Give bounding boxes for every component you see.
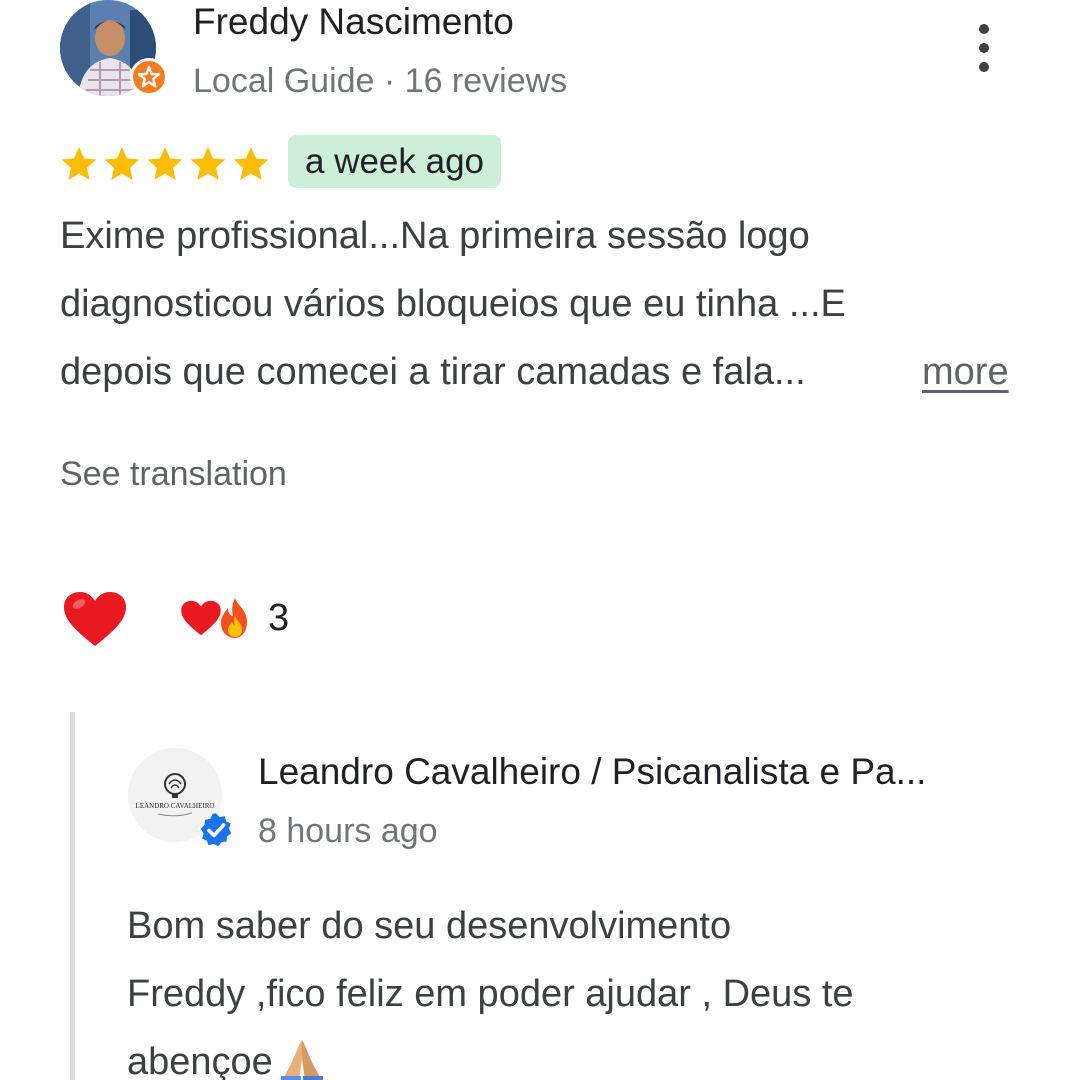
review-text-line: Exime profissional...Na primeira sessão … xyxy=(60,215,810,257)
star-rating xyxy=(58,144,272,184)
star-icon xyxy=(61,147,97,180)
reply-text-line-last: abençoe xyxy=(127,1028,1027,1080)
verified-check-icon xyxy=(196,810,236,850)
review-card: Freddy Nascimento Local Guide · 16 revie… xyxy=(0,0,1080,1080)
reviewer-meta: Local Guide · 16 reviews xyxy=(193,62,568,100)
reply-time: 8 hours ago xyxy=(258,812,438,850)
review-text-line: diagnosticou vários bloqueios que eu tin… xyxy=(60,283,846,325)
reply-text-line: Bom saber do seu desenvolvimento xyxy=(127,905,732,947)
reply-text-line: Freddy ,fico feliz em poder ajudar , Deu… xyxy=(127,973,854,1015)
reaction-count: 3 xyxy=(268,597,290,639)
see-translation-link[interactable]: See translation xyxy=(60,452,287,496)
local-guide-star-icon xyxy=(130,58,168,96)
star-icon xyxy=(104,147,140,180)
business-logo-text: LEANDRO CAVALHEIRO xyxy=(136,802,215,810)
reaction-summary[interactable]: 3 xyxy=(180,594,289,642)
owner-name[interactable]: Leandro Cavalheiro / Psicanalista e Pa..… xyxy=(258,750,926,794)
star-icon xyxy=(233,147,269,180)
folded-hands-icon xyxy=(280,1040,323,1080)
more-vert-icon[interactable] xyxy=(964,24,1004,72)
reply-text-line: abençoe xyxy=(127,1041,273,1080)
star-icon xyxy=(147,147,183,180)
reply-text: Bom saber do seu desenvolvimento Freddy … xyxy=(127,892,1027,1080)
reply-divider xyxy=(70,712,75,1080)
review-time-badge: a week ago xyxy=(288,135,502,188)
star-icon xyxy=(190,147,226,180)
fire-icon xyxy=(221,598,247,638)
review-text-line: depois que comecei a tirar camadas e fal… xyxy=(60,351,806,393)
review-text: Exime profissional...Na primeira sessão … xyxy=(60,202,920,406)
more-link[interactable]: more xyxy=(922,338,1009,406)
reviewer-name[interactable]: Freddy Nascimento xyxy=(193,0,514,44)
heart-icon[interactable] xyxy=(62,590,128,648)
